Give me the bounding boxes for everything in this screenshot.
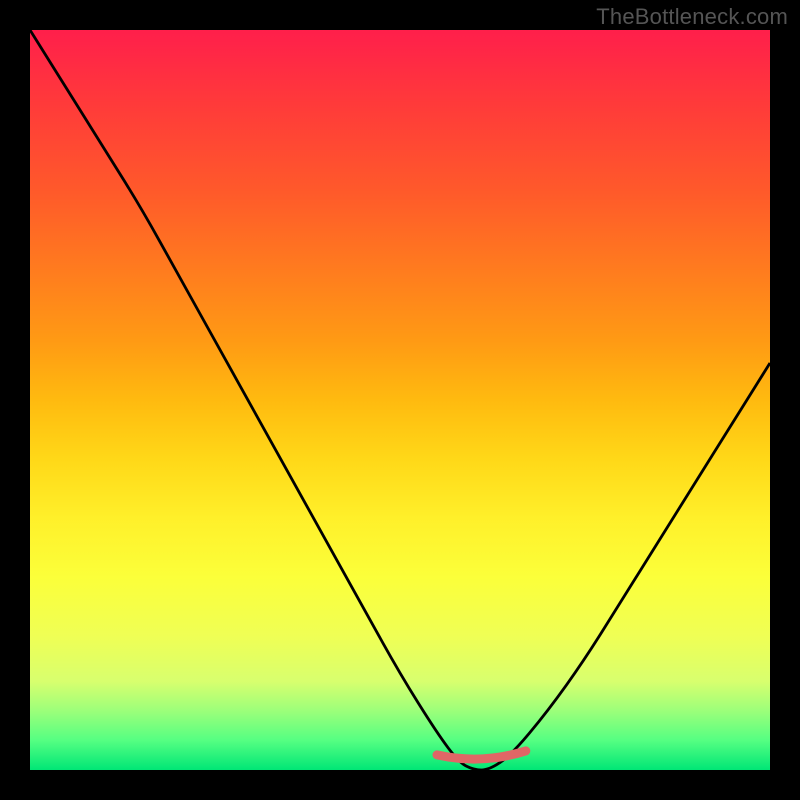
bottleneck-curve xyxy=(30,30,770,770)
chart-frame: TheBottleneck.com xyxy=(0,0,800,800)
watermark-text: TheBottleneck.com xyxy=(596,4,788,30)
chart-svg xyxy=(30,30,770,770)
